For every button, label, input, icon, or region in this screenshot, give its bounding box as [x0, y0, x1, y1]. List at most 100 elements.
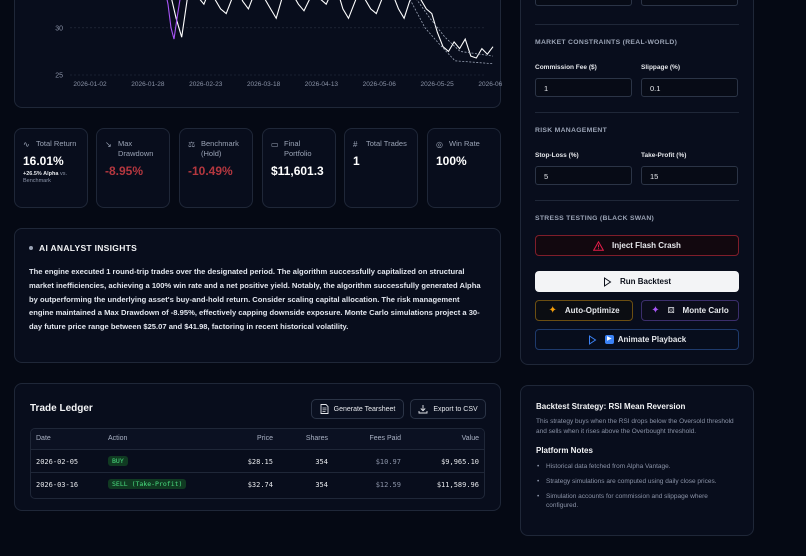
document-icon: [320, 404, 329, 414]
alpha-value: +26.5% Alpha: [23, 171, 59, 177]
strategy-info-panel: Backtest Strategy: RSI Mean Reversion Th…: [520, 385, 754, 536]
platform-notes-title: Platform Notes: [536, 446, 593, 455]
sparkles-icon: ✦: [651, 305, 660, 316]
csv-label: Export to CSV: [433, 405, 478, 413]
metric-win-rate: ◎ Win Rate 100%: [427, 128, 501, 208]
slippage-input[interactable]: 0.1: [641, 78, 738, 97]
auto-optimize-button[interactable]: ✦ Auto-Optimize: [535, 300, 633, 321]
cell-shares: 354: [315, 458, 328, 466]
divider: [535, 200, 739, 201]
divider: [535, 112, 739, 113]
scale-icon: ⚖: [188, 140, 196, 149]
commission-label: Commission Fee ($): [535, 64, 597, 71]
insights-title: AI ANALYST INSIGHTS: [39, 243, 138, 253]
list-item: Historical data fetched from Alpha Vanta…: [536, 462, 738, 471]
action-badge: SELL (Take-Profit): [108, 479, 187, 489]
commission-input[interactable]: 1: [535, 78, 632, 97]
metric-benchmark: ⚖ Benchmark (Hold) -10.49%: [179, 128, 253, 208]
trade-ledger-panel: Trade Ledger Generate Tearsheet Export t…: [14, 383, 501, 511]
target-icon: ◎: [436, 140, 443, 149]
cell-fees: $12.59: [375, 481, 401, 489]
col-date: Date: [36, 435, 51, 442]
y-tick-label: 25: [55, 73, 63, 80]
x-tick-label: 2026-01-02: [73, 81, 107, 88]
play-icon: [603, 276, 612, 287]
cell-price: $32.74: [247, 481, 273, 489]
trending-down-icon: ↘: [105, 140, 112, 149]
top-right-input[interactable]: 20: [641, 0, 738, 6]
hash-icon: #: [353, 140, 358, 149]
dice-icon: ⚄: [667, 306, 675, 315]
col-action: Action: [108, 435, 128, 442]
ledger-title: Trade Ledger: [30, 403, 93, 414]
action-badge: BUY: [108, 456, 128, 466]
x-tick-label: 2026-03-18: [247, 81, 281, 88]
inject-flash-crash-button[interactable]: Inject Flash Crash: [535, 235, 739, 256]
monte-carlo-button[interactable]: ✦ ⚄ Monte Carlo: [641, 300, 739, 321]
x-tick-label: 2026-06-14: [478, 81, 502, 88]
metric-value: -10.49%: [188, 164, 233, 178]
x-tick-label: 2026-01-28: [131, 81, 165, 88]
bullet-icon: [29, 246, 33, 250]
download-icon: [418, 405, 428, 414]
play-button-icon: ▶: [604, 335, 614, 344]
metric-final-portfolio: ▭ Final Portfolio $11,601.3: [262, 128, 336, 208]
tearsheet-label: Generate Tearsheet: [333, 405, 396, 413]
cell-date: 2026-02-05: [36, 458, 79, 466]
metric-total-trades: # Total Trades 1: [344, 128, 418, 208]
x-tick-label: 2026-05-25: [421, 81, 455, 88]
col-price: Price: [257, 435, 273, 442]
top-left-input[interactable]: 30: [535, 0, 632, 6]
metric-value: $11,601.3: [271, 164, 324, 178]
flash-crash-label: Inject Flash Crash: [612, 241, 681, 250]
metric-label: Final Portfolio: [284, 139, 312, 158]
y-tick-label: 30: [55, 25, 63, 32]
cell-price: $28.15: [247, 458, 273, 466]
takeprofit-label: Take-Profit (%): [641, 152, 687, 159]
metric-max-drawdown: ↘ Max Drawdown -8.95%: [96, 128, 170, 208]
animate-playback-label: Animate Playback: [617, 335, 687, 344]
auto-optimize-label: Auto-Optimize: [564, 306, 620, 315]
x-tick-label: 2026-05-06: [363, 81, 397, 88]
metric-label: Benchmark (Hold): [201, 139, 239, 158]
platform-notes-list: Historical data fetched from Alpha Vanta…: [536, 462, 738, 510]
monte-carlo-label: Monte Carlo: [682, 306, 729, 315]
trade-table: Date Action Price Shares Fees Paid Value…: [30, 428, 485, 499]
sparkles-icon: ✦: [548, 305, 557, 316]
metric-label: Total Return: [36, 139, 77, 148]
ai-insights-panel: AI ANALYST INSIGHTS The engine executed …: [14, 228, 501, 363]
metric-label: Win Rate: [449, 139, 480, 148]
takeprofit-input[interactable]: 15: [641, 166, 738, 185]
play-outline-icon: [588, 334, 597, 345]
metric-label: Max Drawdown: [118, 139, 154, 158]
col-value: Value: [461, 435, 479, 442]
list-item: Strategy simulations are computed using …: [536, 477, 738, 486]
export-csv-button[interactable]: Export to CSV: [410, 399, 486, 419]
price-chart: 30 25 2026-01-02 2026-01-28 2026-02-23 2026-0…: [55, 0, 502, 88]
cell-shares: 354: [315, 481, 328, 489]
generate-tearsheet-button[interactable]: Generate Tearsheet: [311, 399, 404, 419]
strategy-title: Backtest Strategy: RSI Mean Reversion: [536, 402, 686, 411]
market-constraints-title: MARKET CONSTRAINTS (REAL-WORLD): [535, 39, 678, 46]
stoploss-input[interactable]: 5: [535, 166, 632, 185]
warning-icon: [593, 240, 605, 251]
strategy-description: This strategy buys when the RSI drops be…: [536, 418, 734, 435]
activity-icon: ∿: [23, 140, 30, 149]
table-row[interactable]: 2026-02-05 BUY $28.15 354 $10.97 $9,965.…: [31, 450, 484, 473]
run-backtest-button[interactable]: Run Backtest: [535, 271, 739, 292]
price-chart-panel: 30 25 2026-01-02 2026-01-28 2026-02-23 2026-0…: [14, 0, 502, 108]
projection-line: [409, 0, 494, 65]
divider: [535, 24, 739, 25]
table-row[interactable]: 2026-03-16 SELL (Take-Profit) $32.74 354…: [31, 473, 484, 496]
col-shares: Shares: [305, 435, 328, 442]
stoploss-label: Stop-Loss (%): [535, 152, 579, 159]
animate-playback-button[interactable]: ▶ Animate Playback: [535, 329, 739, 350]
wallet-icon: ▭: [271, 140, 279, 149]
metric-value: 1: [353, 154, 360, 168]
metric-total-return: ∿ Total Return 16.01% +26.5% Alpha vs. Be…: [14, 128, 88, 208]
risk-management-title: RISK MANAGEMENT: [535, 127, 608, 134]
table-header-row: Date Action Price Shares Fees Paid Value: [31, 429, 484, 450]
metric-value: 16.01%: [23, 154, 64, 168]
x-tick-label: 2026-04-13: [305, 81, 339, 88]
col-fees: Fees Paid: [369, 435, 401, 442]
